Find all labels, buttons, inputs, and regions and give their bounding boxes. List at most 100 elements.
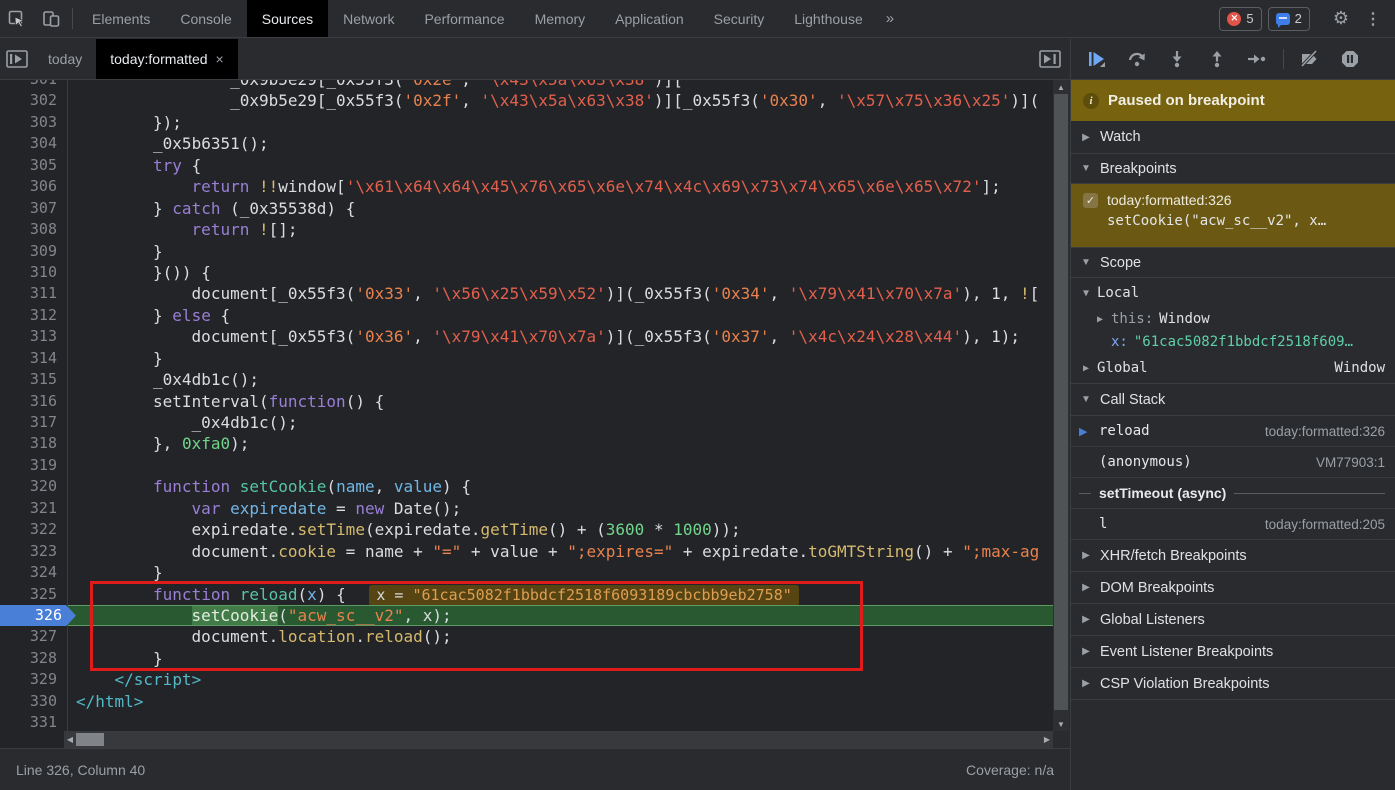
- chevron-right-icon[interactable]: ▶: [1081, 646, 1091, 657]
- code-text[interactable]: _0x5b6351();: [68, 133, 1053, 154]
- vertical-scrollbar-thumb[interactable]: [1054, 94, 1068, 710]
- call-stack-frame[interactable]: ▶reloadtoday:formatted:326: [1071, 416, 1395, 447]
- tab-console[interactable]: Console: [165, 0, 246, 37]
- code-text[interactable]: var expiredate = new Date();: [68, 498, 1053, 519]
- pause-on-exceptions-icon[interactable]: [1330, 44, 1370, 74]
- scroll-up-icon[interactable]: ▲: [1053, 80, 1069, 94]
- scope-global[interactable]: ▶ Global Window: [1071, 353, 1395, 384]
- code-text[interactable]: function setCookie(name, value) {: [68, 476, 1053, 497]
- code-text[interactable]: try {: [68, 155, 1053, 176]
- tab-elements[interactable]: Elements: [77, 0, 165, 37]
- code-text[interactable]: }: [68, 648, 1053, 669]
- issues-count-badge[interactable]: 2: [1268, 7, 1310, 31]
- code-text[interactable]: _0x9b5e29[_0x55f3('0x2e', '\x43\x5a\x63\…: [68, 80, 1053, 90]
- code-text[interactable]: </script>: [68, 669, 1053, 690]
- call-stack-frame[interactable]: ltoday:formatted:205: [1071, 509, 1395, 540]
- tab-security[interactable]: Security: [699, 0, 780, 37]
- line-number[interactable]: 302: [0, 90, 68, 111]
- code-text[interactable]: return !!window['\x61\x64\x64\x45\x76\x6…: [68, 176, 1053, 197]
- line-number[interactable]: 308: [0, 219, 68, 240]
- section-watch[interactable]: ▶ Watch: [1071, 121, 1395, 154]
- chevron-down-icon[interactable]: ▼: [1081, 288, 1091, 299]
- line-number[interactable]: 325: [0, 584, 68, 605]
- chevron-right-icon[interactable]: ▶: [1095, 314, 1105, 325]
- code-text[interactable]: document.location.reload();: [68, 626, 1053, 647]
- line-number[interactable]: 316: [0, 391, 68, 412]
- line-number[interactable]: 303: [0, 112, 68, 133]
- line-number[interactable]: 310: [0, 262, 68, 283]
- line-number[interactable]: 324: [0, 562, 68, 583]
- tab-sources[interactable]: Sources: [247, 0, 328, 37]
- close-icon[interactable]: ×: [216, 51, 224, 67]
- code-text[interactable]: document[_0x55f3('0x36', '\x79\x41\x70\x…: [68, 326, 1053, 347]
- code-text[interactable]: }: [68, 348, 1053, 369]
- code-text[interactable]: return ![];: [68, 219, 1053, 240]
- inspect-element-icon[interactable]: [0, 0, 34, 37]
- horizontal-scrollbar[interactable]: ◀ ▶: [64, 731, 1053, 748]
- scope-this[interactable]: ▶ this: Window: [1071, 308, 1395, 330]
- tab-application[interactable]: Application: [600, 0, 699, 37]
- code-text[interactable]: _0x9b5e29[_0x55f3('0x2f', '\x43\x5a\x63\…: [68, 90, 1053, 111]
- tab-lighthouse[interactable]: Lighthouse: [779, 0, 878, 37]
- show-debugger-sidebar-icon[interactable]: [1030, 39, 1070, 79]
- code-text[interactable]: [68, 455, 1053, 476]
- scope-x[interactable]: x: "61cac5082f1bbdcf2518f609…: [1071, 330, 1395, 353]
- code-text[interactable]: document[_0x55f3('0x33', '\x56\x25\x59\x…: [68, 283, 1053, 304]
- scope-local[interactable]: ▼ Local: [1071, 278, 1395, 308]
- line-number[interactable]: 331: [0, 712, 68, 731]
- code-text[interactable]: _0x4db1c();: [68, 412, 1053, 433]
- line-number[interactable]: 323: [0, 541, 68, 562]
- tab-network[interactable]: Network: [328, 0, 409, 37]
- line-number[interactable]: 312: [0, 305, 68, 326]
- line-number[interactable]: 328: [0, 648, 68, 669]
- chevron-right-icon[interactable]: ▶: [1081, 550, 1091, 561]
- line-number[interactable]: 314: [0, 348, 68, 369]
- line-number[interactable]: 320: [0, 476, 68, 497]
- line-number[interactable]: 306: [0, 176, 68, 197]
- chevron-down-icon[interactable]: ▼: [1081, 163, 1091, 174]
- section-breakpoints[interactable]: ▼ Breakpoints: [1071, 154, 1395, 184]
- line-number[interactable]: 315: [0, 369, 68, 390]
- line-number[interactable]: 329: [0, 669, 68, 690]
- line-number[interactable]: 311: [0, 283, 68, 304]
- file-tab-today[interactable]: today: [34, 39, 96, 79]
- section-call-stack[interactable]: ▼ Call Stack: [1071, 384, 1395, 416]
- section-xhr-fetch-breakpoints[interactable]: ▶XHR/fetch Breakpoints: [1071, 540, 1395, 572]
- tab-performance[interactable]: Performance: [409, 0, 519, 37]
- line-number[interactable]: 319: [0, 455, 68, 476]
- code-text[interactable]: </html>: [68, 691, 1053, 712]
- line-number[interactable]: 330: [0, 691, 68, 712]
- line-number[interactable]: 305: [0, 155, 68, 176]
- chevron-down-icon[interactable]: ▼: [1081, 257, 1091, 268]
- code-text[interactable]: }, 0xfa0);: [68, 433, 1053, 454]
- scroll-right-icon[interactable]: ▶: [1041, 731, 1053, 748]
- chevron-right-icon[interactable]: ▶: [1081, 678, 1091, 689]
- line-number[interactable]: 322: [0, 519, 68, 540]
- deactivate-breakpoints-icon[interactable]: [1290, 44, 1330, 74]
- step-into-icon[interactable]: [1157, 44, 1197, 74]
- code-text[interactable]: });: [68, 112, 1053, 133]
- line-number[interactable]: 304: [0, 133, 68, 154]
- device-toolbar-icon[interactable]: [34, 0, 68, 37]
- resume-script-icon[interactable]: [1077, 44, 1117, 74]
- section-dom-breakpoints[interactable]: ▶DOM Breakpoints: [1071, 572, 1395, 604]
- scroll-down-icon[interactable]: ▼: [1053, 717, 1069, 731]
- code-text[interactable]: setInterval(function() {: [68, 391, 1053, 412]
- chevron-right-icon[interactable]: ▶: [1081, 132, 1091, 143]
- code-text[interactable]: expiredate.setTime(expiredate.getTime() …: [68, 519, 1053, 540]
- line-number[interactable]: 301: [0, 80, 68, 90]
- horizontal-scrollbar-thumb[interactable]: [76, 733, 104, 746]
- chevron-right-icon[interactable]: ▶: [1081, 582, 1091, 593]
- line-number[interactable]: 317: [0, 412, 68, 433]
- line-number[interactable]: 309: [0, 241, 68, 262]
- line-number[interactable]: 307: [0, 198, 68, 219]
- error-count-badge[interactable]: ✕ 5: [1219, 7, 1261, 31]
- line-number[interactable]: 313: [0, 326, 68, 347]
- more-tabs-chevron-icon[interactable]: »: [878, 0, 902, 37]
- section-event-listener-breakpoints[interactable]: ▶Event Listener Breakpoints: [1071, 636, 1395, 668]
- line-number[interactable]: 318: [0, 433, 68, 454]
- scroll-left-icon[interactable]: ◀: [64, 731, 76, 748]
- step-over-icon[interactable]: [1117, 44, 1157, 74]
- file-tab-today-formatted[interactable]: today:formatted×: [96, 39, 237, 79]
- code-text[interactable]: function reload(x) { x = "61cac5082f1bbd…: [68, 584, 1053, 605]
